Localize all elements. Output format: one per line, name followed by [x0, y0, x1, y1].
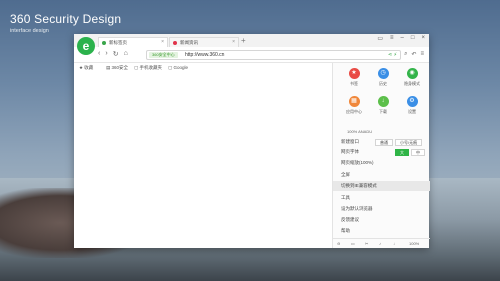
- tab-label: 新闻资讯: [180, 40, 198, 45]
- bookmark-item[interactable]: ▢ 手机收藏夹: [134, 65, 162, 71]
- zoom-level: 100%: [409, 241, 420, 246]
- menu-row-fullscreen[interactable]: 全屏: [333, 170, 430, 180]
- pill-medium[interactable]: 中: [411, 148, 425, 156]
- new-tab-button[interactable]: +: [241, 36, 246, 45]
- lightning-icon[interactable]: ⚡: [393, 52, 397, 58]
- tab-new[interactable]: 新标签页 ×: [98, 37, 168, 47]
- minimize-icon[interactable]: –: [401, 35, 404, 42]
- tab-favicon-icon: [102, 40, 106, 45]
- toolbar: ‹ › ↻ ⌂ 360安全中心 http://www.360.cn ⋖ ⚡ ⌕ …: [74, 47, 429, 63]
- bookmark-item[interactable]: ▢ Google: [168, 65, 188, 71]
- menu-bottom-bar: ⊖ ▭ ✂ ♪ ↓ 100%: [333, 238, 430, 248]
- share-icon[interactable]: ⋖: [388, 52, 392, 58]
- menu-row-label: 工具: [341, 195, 350, 200]
- toolbar-right: ⌕ ↶ ≡: [404, 51, 424, 58]
- bookmark-item[interactable]: ★ 收藏: [79, 65, 93, 71]
- nav-buttons: ‹ › ↻ ⌂: [98, 50, 128, 58]
- bookmark-item[interactable]: ▤ 360安全: [106, 65, 128, 71]
- menu-icon-label: 隐身模式: [404, 81, 420, 86]
- zoom-status: 100% ANADU: [347, 129, 373, 134]
- menu-row-label: 反馈建议: [341, 217, 359, 222]
- menu-row-ie-mode[interactable]: 切换到IE兼容模式: [333, 181, 430, 191]
- url-text[interactable]: http://www.360.cn: [185, 51, 224, 59]
- menu-row-new-window[interactable]: 新建窗口 普通 小号/无痕: [333, 137, 430, 147]
- screenshot-icon[interactable]: ▭: [351, 241, 355, 246]
- browser-window: 新标签页 × 新闻资讯 × + ▭ ≡ – □ × e ‹ › ↻ ⌂ 360安…: [74, 34, 430, 248]
- forward-icon[interactable]: ›: [105, 50, 107, 58]
- app-center-icon: ▦: [348, 96, 360, 107]
- menu-icon[interactable]: ≡: [390, 35, 394, 42]
- address-bar[interactable]: 360安全中心 http://www.360.cn ⋖ ⚡: [146, 50, 401, 60]
- menu-icon-label: 设置: [408, 109, 416, 114]
- menu-download[interactable]: ↓ 下载: [368, 96, 398, 115]
- menu-settings[interactable]: ⚙ 设置: [397, 96, 427, 115]
- close-icon[interactable]: ×: [421, 35, 425, 42]
- download-small-icon[interactable]: ↓: [393, 241, 395, 246]
- menu-row-label: 设为默认浏览器: [341, 206, 373, 211]
- menu-row-default-browser[interactable]: 设为默认浏览器: [333, 204, 430, 214]
- tab-close-icon[interactable]: ×: [161, 38, 164, 47]
- pill-large[interactable]: 大: [395, 148, 409, 156]
- history-icon: ◷: [377, 68, 389, 79]
- brand: 360 Security Design interface design: [10, 12, 121, 34]
- cut-icon[interactable]: ✂: [365, 241, 368, 246]
- maximize-icon[interactable]: □: [411, 35, 415, 42]
- main-menu-panel: ★ 书签 ◷ 历史 ◉ 隐身模式 ▦ 应用中心 ↓ 下载 ⚙ 设置 100% A…: [332, 63, 430, 248]
- tab-favicon-icon: [173, 40, 177, 45]
- window-controls: ▭ ≡ – □ ×: [377, 35, 425, 42]
- back-icon[interactable]: ‹: [98, 50, 100, 58]
- search-icon[interactable]: ⌕: [404, 51, 407, 58]
- menu-row-tools[interactable]: 工具: [333, 193, 430, 203]
- tab-bar: 新标签页 × 新闻资讯 × + ▭ ≡ – □ ×: [74, 34, 429, 47]
- refresh-icon[interactable]: ↻: [113, 50, 119, 58]
- menu-row-label: 网页字体: [341, 149, 359, 154]
- hamburger-icon[interactable]: ≡: [420, 51, 424, 58]
- menu-icon-label: 书签: [350, 81, 358, 86]
- incognito-icon: ◉: [406, 68, 418, 79]
- menu-row-label: 网页缩放(100%): [341, 160, 374, 165]
- tab-news[interactable]: 新闻资讯 ×: [169, 37, 239, 47]
- menu-row-feedback[interactable]: 反馈建议: [333, 215, 430, 225]
- menu-row-label: 新建窗口: [341, 139, 359, 144]
- menu-bookmarks[interactable]: ★ 书签: [339, 68, 369, 87]
- pill-normal[interactable]: 普通: [375, 138, 393, 146]
- menu-icon-label: 应用中心: [346, 109, 362, 114]
- zoom-out-icon[interactable]: ⊖: [337, 241, 340, 246]
- menu-row-label: 切换到IE兼容模式: [341, 183, 377, 188]
- menu-icon-label: 历史: [379, 81, 387, 86]
- menu-row-help[interactable]: 帮助: [333, 226, 430, 236]
- secure-badge: 360安全中心: [149, 52, 178, 58]
- address-icons: ⋖ ⚡: [388, 51, 397, 59]
- mute-icon[interactable]: ♪: [379, 241, 381, 246]
- menu-history[interactable]: ◷ 历史: [368, 68, 398, 87]
- gear-icon: ⚙: [406, 96, 418, 107]
- download-icon: ↓: [377, 96, 389, 107]
- tab-close-icon[interactable]: ×: [232, 38, 235, 47]
- home-icon[interactable]: ⌂: [124, 50, 128, 58]
- menu-row-zoom[interactable]: 网页缩放(100%): [333, 158, 430, 168]
- star-icon: ★: [348, 68, 360, 79]
- brand-title: 360 Security Design: [10, 12, 122, 26]
- menu-row-label: 帮助: [341, 228, 350, 233]
- menu-app-center[interactable]: ▦ 应用中心: [339, 96, 369, 115]
- menu-icon-label: 下载: [379, 109, 387, 114]
- pill-incognito[interactable]: 小号/无痕: [395, 138, 423, 146]
- menu-row-font[interactable]: 网页字体 大 中: [333, 147, 430, 157]
- skin-icon[interactable]: ▭: [377, 35, 383, 42]
- tab-label: 新标签页: [109, 40, 127, 45]
- undo-icon[interactable]: ↶: [411, 51, 416, 58]
- menu-incognito[interactable]: ◉ 隐身模式: [397, 68, 427, 87]
- menu-row-label: 全屏: [341, 172, 350, 177]
